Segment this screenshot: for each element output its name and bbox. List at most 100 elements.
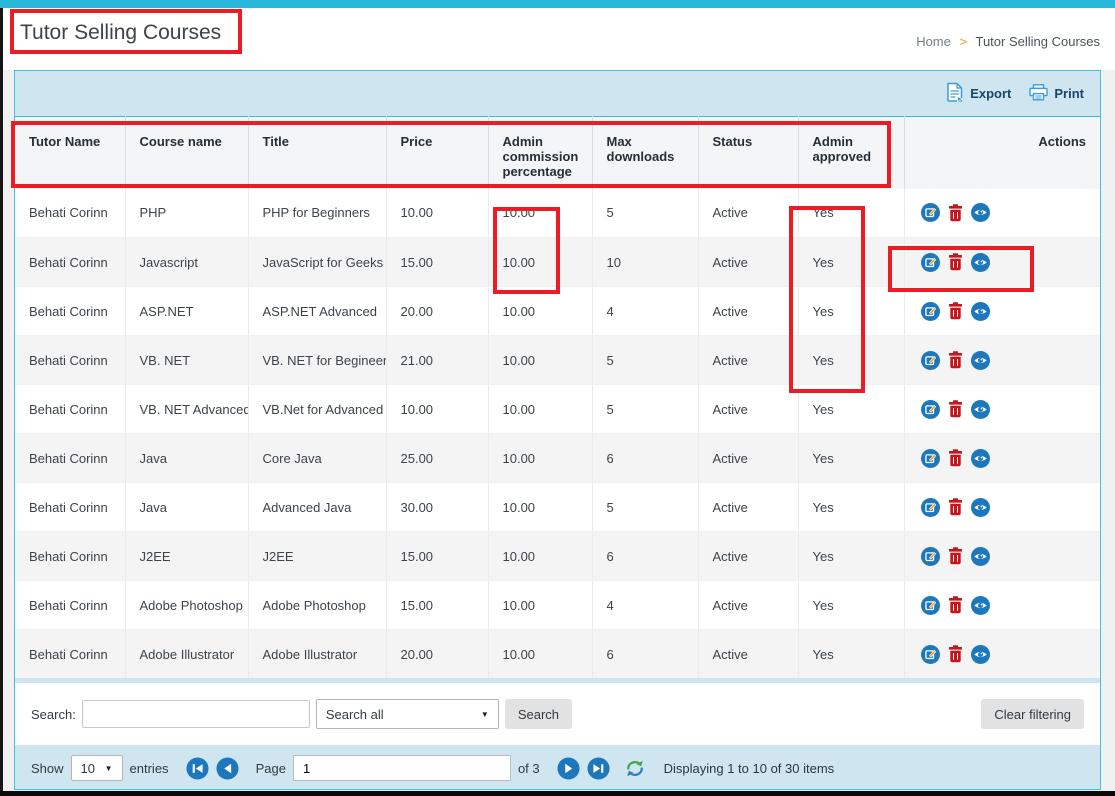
first-page-button[interactable] <box>186 757 209 780</box>
cell-actions <box>904 385 1100 434</box>
table-row: Behati Corinn Adobe Illustrator Adobe Il… <box>15 630 1100 679</box>
table-row: Behati Corinn VB. NET Advanced VB.Net fo… <box>15 385 1100 434</box>
delete-button[interactable] <box>948 498 963 516</box>
table-row: Behati Corinn Java Advanced Java 30.00 1… <box>15 483 1100 532</box>
delete-button[interactable] <box>948 645 963 663</box>
edit-button[interactable] <box>921 302 940 321</box>
view-button[interactable] <box>971 253 990 272</box>
search-bar: Search: Search all ▼ Search Clear filter… <box>15 683 1100 745</box>
edit-button[interactable] <box>921 498 940 517</box>
column-header-price[interactable]: Price <box>386 117 488 189</box>
cell-price: 15.00 <box>386 581 488 630</box>
top-accent-bar <box>0 0 1115 8</box>
delete-button[interactable] <box>948 204 963 222</box>
previous-page-button[interactable] <box>216 757 239 780</box>
cell-commission: 10.00 <box>488 532 592 581</box>
cell-tutor-name: Behati Corinn <box>15 434 125 483</box>
view-button[interactable] <box>971 645 990 664</box>
column-header-admin-approved[interactable]: Admin approved <box>798 117 904 189</box>
cell-course-name: Java <box>125 483 248 532</box>
breadcrumb-home-link[interactable]: Home <box>916 34 951 49</box>
search-column-select[interactable]: Search all ▼ <box>316 699 499 729</box>
edit-button[interactable] <box>921 400 940 419</box>
cell-approved: Yes <box>798 483 904 532</box>
cell-title: Advanced Java <box>248 483 386 532</box>
cell-price: 25.00 <box>386 434 488 483</box>
cell-tutor-name: Behati Corinn <box>15 532 125 581</box>
edit-button[interactable] <box>921 203 940 222</box>
cell-commission: 10.00 <box>488 336 592 385</box>
column-header-admin-commission[interactable]: Admin commission percentage <box>488 117 592 189</box>
cell-course-name: Java <box>125 434 248 483</box>
column-header-tutor-name[interactable]: Tutor Name <box>15 117 125 189</box>
breadcrumb-separator: > <box>960 34 968 49</box>
refresh-icon[interactable] <box>625 759 645 778</box>
cell-max-downloads: 5 <box>592 189 698 238</box>
delete-button[interactable] <box>948 351 963 369</box>
view-button[interactable] <box>971 547 990 566</box>
cell-status: Active <box>698 630 798 679</box>
cell-actions <box>904 532 1100 581</box>
entries-per-page-select[interactable]: 10 ▼ <box>71 755 123 781</box>
edit-button[interactable] <box>921 253 940 272</box>
view-button[interactable] <box>971 449 990 468</box>
view-button[interactable] <box>971 203 990 222</box>
view-button[interactable] <box>971 400 990 419</box>
cell-course-name: J2EE <box>125 532 248 581</box>
delete-button[interactable] <box>948 547 963 565</box>
column-header-max-downloads[interactable]: Max downloads <box>592 117 698 189</box>
search-input[interactable] <box>82 700 310 728</box>
cell-tutor-name: Behati Corinn <box>15 630 125 679</box>
delete-button[interactable] <box>948 596 963 614</box>
edit-button[interactable] <box>921 547 940 566</box>
delete-button[interactable] <box>948 302 963 320</box>
print-label: Print <box>1054 86 1084 101</box>
cell-actions <box>904 238 1100 287</box>
edit-button[interactable] <box>921 449 940 468</box>
print-button[interactable]: Print <box>1029 84 1084 104</box>
search-button[interactable]: Search <box>505 699 572 729</box>
cell-actions <box>904 336 1100 385</box>
view-button[interactable] <box>971 596 990 615</box>
table-body: Behati Corinn PHP PHP for Beginners 10.0… <box>15 189 1100 679</box>
edit-button[interactable] <box>921 351 940 370</box>
cell-title: VB.Net for Advanced <box>248 385 386 434</box>
view-button[interactable] <box>971 498 990 517</box>
entries-label: entries <box>130 761 169 776</box>
export-button[interactable]: Export <box>946 82 1011 105</box>
table-row: Behati Corinn Javascript JavaScript for … <box>15 238 1100 287</box>
delete-button[interactable] <box>948 400 963 418</box>
printer-icon <box>1029 84 1048 104</box>
cell-course-name: ASP.NET <box>125 287 248 336</box>
cell-price: 20.00 <box>386 287 488 336</box>
last-page-button[interactable] <box>587 757 610 780</box>
view-button[interactable] <box>971 302 990 321</box>
cell-status: Active <box>698 336 798 385</box>
edit-button[interactable] <box>921 596 940 615</box>
delete-button[interactable] <box>948 253 963 271</box>
cell-tutor-name: Behati Corinn <box>15 287 125 336</box>
cell-status: Active <box>698 287 798 336</box>
breadcrumb: Home > Tutor Selling Courses <box>916 34 1100 49</box>
column-header-status[interactable]: Status <box>698 117 798 189</box>
cell-tutor-name: Behati Corinn <box>15 385 125 434</box>
view-button[interactable] <box>971 351 990 370</box>
cell-commission: 10.00 <box>488 287 592 336</box>
page-number-input[interactable] <box>293 755 511 781</box>
cell-actions <box>904 483 1100 532</box>
cell-status: Active <box>698 532 798 581</box>
cell-commission: 10.00 <box>488 630 592 679</box>
column-header-course-name[interactable]: Course name <box>125 117 248 189</box>
clear-filtering-button[interactable]: Clear filtering <box>981 699 1084 729</box>
cell-price: 20.00 <box>386 630 488 679</box>
delete-button[interactable] <box>948 449 963 467</box>
table-row: Behati Corinn Java Core Java 25.00 10.00… <box>15 434 1100 483</box>
column-header-title[interactable]: Title <box>248 117 386 189</box>
cell-max-downloads: 5 <box>592 385 698 434</box>
edit-button[interactable] <box>921 645 940 664</box>
cell-course-name: Adobe Photoshop <box>125 581 248 630</box>
next-page-button[interactable] <box>557 757 580 780</box>
cell-title: Adobe Illustrator <box>248 630 386 679</box>
cell-approved: Yes <box>798 238 904 287</box>
cell-course-name: VB. NET Advanced <box>125 385 248 434</box>
